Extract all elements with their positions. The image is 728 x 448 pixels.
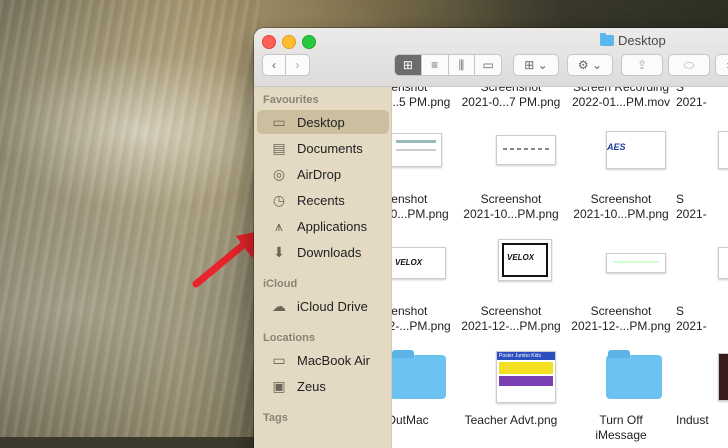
share-button[interactable]: ⇪ <box>621 54 663 76</box>
clock-icon: ◷ <box>272 191 286 208</box>
screenshot-thumbnail[interactable]: Poster Jumbo Kids <box>496 351 556 403</box>
thumbnail-text: VELOX <box>395 258 423 267</box>
screenshot-thumbnail[interactable]: VELOX <box>498 239 552 281</box>
file-item[interactable]: gnOutMac <box>392 413 456 428</box>
screenshot-thumbnail[interactable] <box>718 247 728 279</box>
window-title-label: Desktop <box>618 33 666 48</box>
file-item[interactable]: Screenshot 2021-10...PM.png <box>566 192 676 222</box>
gallery-icon: ▭ <box>482 58 494 72</box>
desktop-icon: ▭ <box>272 113 286 130</box>
grid-icon: ⊞ <box>402 58 413 72</box>
applications-icon: ⩚ <box>275 217 283 234</box>
file-item[interactable]: creenshot 2021-0...5 PM.png <box>392 87 456 110</box>
thumbnail-text: Poster Jumbo Kids <box>497 352 555 360</box>
title-bar: Desktop ‹ › ⊞ ≡ ⫼ ▭ ⊞ ⌄ ⚙ ⌄ ⇪ ⬭ » <box>254 28 728 87</box>
forward-button[interactable]: › <box>285 54 310 76</box>
file-item[interactable]: Turn Off iMessage <box>566 413 676 443</box>
waterfall-texture <box>0 0 260 437</box>
tag-button[interactable]: ⬭ <box>668 54 710 76</box>
cloud-icon: ☁ <box>272 297 286 314</box>
chevron-left-icon: ‹ <box>272 58 276 72</box>
screenshot-thumbnail[interactable] <box>718 353 728 401</box>
sidebar-item-label: iCloud Drive <box>297 298 368 314</box>
column-view-button[interactable]: ⫼ <box>449 55 476 75</box>
file-item[interactable]: creenshot 2021-10...PM.png <box>392 192 456 222</box>
gallery-view-button[interactable]: ▭ <box>475 55 501 75</box>
sidebar-item-label: Zeus <box>297 378 326 394</box>
finder-window: Desktop ‹ › ⊞ ≡ ⫼ ▭ ⊞ ⌄ ⚙ ⌄ ⇪ ⬭ » Favour… <box>254 28 728 448</box>
icon-view-button[interactable]: ⊞ <box>395 55 422 75</box>
toolbar-overflow-button[interactable]: » <box>715 54 728 76</box>
screenshot-thumbnail[interactable] <box>392 133 442 167</box>
zoom-button[interactable] <box>302 35 316 49</box>
sidebar: Favourites ▭ Desktop ▤ Documents ◎ AirDr… <box>254 87 392 448</box>
sidebar-item-macbook-air[interactable]: ▭ MacBook Air <box>257 348 389 372</box>
file-item[interactable]: Screen Recording 2022-01...PM.mov <box>566 87 676 110</box>
group-by-button[interactable]: ⊞ ⌄ <box>513 54 559 76</box>
screenshot-thumbnail[interactable]: VELOX <box>392 247 446 279</box>
file-grid: creenshot 2021-0...5 PM.png Screenshot 2… <box>392 87 728 448</box>
file-item[interactable]: S 2021- <box>676 304 728 334</box>
sidebar-item-label: Downloads <box>297 244 362 260</box>
minimize-button[interactable] <box>282 35 296 49</box>
sidebar-item-label: Recents <box>297 192 345 208</box>
gear-icon: ⚙ ⌄ <box>577 58 603 72</box>
back-button[interactable]: ‹ <box>262 54 286 76</box>
sidebar-item-zeus[interactable]: ▣ Zeus <box>257 374 389 398</box>
tag-icon: ⬭ <box>683 57 695 72</box>
share-icon: ⇪ <box>636 58 648 72</box>
download-icon: ⬇ <box>273 243 285 260</box>
file-item[interactable]: S 2021- <box>676 192 728 222</box>
file-item[interactable]: S 2021- <box>676 87 728 110</box>
list-icon: ≡ <box>431 58 439 72</box>
sidebar-item-icloud-drive[interactable]: ☁ iCloud Drive <box>257 294 389 318</box>
sidebar-item-label: Desktop <box>297 114 345 130</box>
sidebar-item-documents[interactable]: ▤ Documents <box>257 136 389 160</box>
sidebar-item-applications[interactable]: ⩚ Applications <box>257 214 389 238</box>
screenshot-thumbnail[interactable] <box>718 131 728 169</box>
sidebar-item-label: Applications <box>297 218 368 234</box>
sidebar-section-favourites: Favourites <box>263 94 319 106</box>
document-icon: ▤ <box>272 139 286 156</box>
file-item[interactable]: Screenshot 2021-12-...PM.png <box>566 304 676 334</box>
sidebar-item-label: MacBook Air <box>297 352 370 368</box>
sidebar-item-airdrop[interactable]: ◎ AirDrop <box>257 162 389 186</box>
screenshot-thumbnail[interactable] <box>606 253 666 273</box>
file-item[interactable]: Indust <box>676 413 728 428</box>
thumbnail-text: AES <box>607 142 626 152</box>
sidebar-item-downloads[interactable]: ⬇ Downloads <box>257 240 389 264</box>
folder-icon <box>600 33 614 46</box>
chevron-right-icon: › <box>295 58 300 72</box>
file-item[interactable]: Screenshot 2021-0...7 PM.png <box>456 87 566 110</box>
file-item[interactable]: Teacher Advt.png <box>456 413 566 428</box>
sidebar-section-locations: Locations <box>263 332 315 344</box>
screenshot-thumbnail[interactable] <box>496 135 556 165</box>
sidebar-item-label: AirDrop <box>297 166 342 182</box>
columns-icon: ⫼ <box>458 57 465 72</box>
folder-icon[interactable] <box>392 350 446 399</box>
airdrop-icon: ◎ <box>272 165 286 182</box>
sidebar-item-recents[interactable]: ◷ Recents <box>257 188 389 212</box>
sidebar-section-icloud: iCloud <box>263 278 298 290</box>
close-button[interactable] <box>262 35 276 49</box>
sidebar-item-desktop[interactable]: ▭ Desktop <box>257 110 389 134</box>
action-menu-button[interactable]: ⚙ ⌄ <box>567 54 613 76</box>
group-icon: ⊞ ⌄ <box>524 58 548 72</box>
file-item[interactable]: Screenshot 2021-10...PM.png <box>456 192 566 222</box>
file-item[interactable]: Screenshot 2021-12-...PM.png <box>456 304 566 334</box>
sidebar-item-label: Documents <box>297 140 363 156</box>
file-item[interactable]: creenshot 2021-12-...PM.png <box>392 304 456 334</box>
list-view-button[interactable]: ≡ <box>422 55 449 75</box>
screenshot-thumbnail[interactable]: AES <box>606 131 666 169</box>
sidebar-section-tags: Tags <box>263 412 288 424</box>
drive-icon: ▣ <box>272 377 286 394</box>
window-title: Desktop <box>600 33 666 48</box>
view-mode-segmented: ⊞ ≡ ⫼ ▭ <box>394 54 502 76</box>
thumbnail-text: VELOX <box>507 253 535 262</box>
folder-icon[interactable] <box>606 350 662 399</box>
laptop-icon: ▭ <box>272 351 286 368</box>
